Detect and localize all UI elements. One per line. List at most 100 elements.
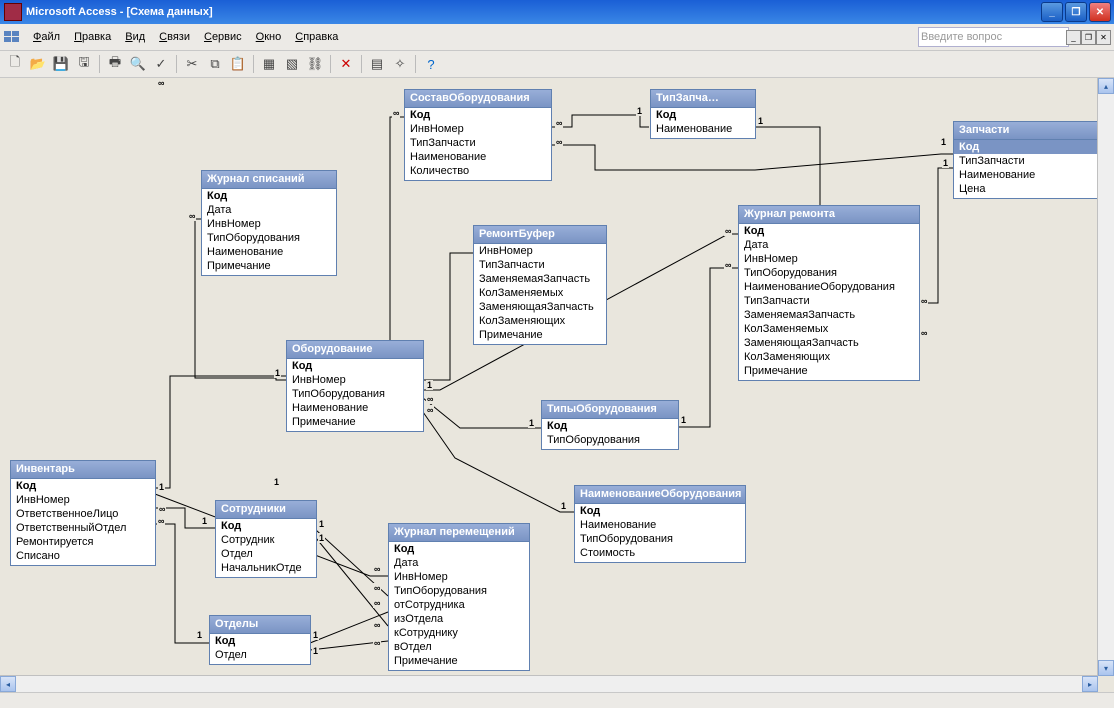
table-field[interactable]: Код [221, 519, 311, 533]
new-icon[interactable]: 🗋 [4, 53, 26, 75]
table-field[interactable]: ИнвНомер [744, 252, 914, 266]
table-field[interactable]: Код [580, 504, 740, 518]
copy-icon[interactable]: ⧉ [204, 53, 226, 75]
table-field[interactable]: НаименованиеОборудования [744, 280, 914, 294]
table-field[interactable]: ТипОборудования [580, 532, 740, 546]
table-field[interactable]: ТипОборудования [394, 584, 524, 598]
table-field[interactable]: КолЗаменяющих [744, 350, 914, 364]
preview-icon[interactable]: 🔍 [127, 53, 149, 75]
cut-icon[interactable]: ✂ [181, 53, 203, 75]
new-object-icon[interactable]: ✧ [389, 53, 411, 75]
table-remontbufer[interactable]: РемонтБуферИнвНомерТипЗапчастиЗаменяемая… [473, 225, 607, 345]
table-field[interactable]: КолЗаменяемых [479, 286, 601, 300]
table-field[interactable]: Код [744, 224, 914, 238]
table-field[interactable]: НачальникОтде [221, 561, 311, 575]
table-field[interactable]: Списано [16, 549, 150, 563]
table-field[interactable]: ТипОборудования [207, 231, 331, 245]
table-tipzapcha[interactable]: ТипЗапча…КодНаименование [650, 89, 756, 139]
minimize-button[interactable]: _ [1041, 2, 1063, 22]
table-all-icon[interactable]: ▧ [281, 53, 303, 75]
table-header[interactable]: ТипЗапча… [651, 90, 755, 108]
open-icon[interactable]: 📂 [27, 53, 49, 75]
table-sotrudniki[interactable]: СотрудникиКодСотрудникОтделНачальникОтде [215, 500, 317, 578]
mdi-close-button[interactable]: ✕ [1096, 30, 1111, 45]
table-field[interactable]: Код [394, 542, 524, 556]
table-header[interactable]: Журнал перемещений [389, 524, 529, 542]
table-field[interactable]: Код [16, 479, 150, 493]
table-field[interactable]: Код [954, 140, 1110, 154]
scroll-up-icon[interactable]: ▴ [1098, 78, 1114, 94]
table-inventar[interactable]: ИнвентарьКодИнвНомерОтветственноеЛицоОтв… [10, 460, 156, 566]
menu-item[interactable]: Справка [288, 31, 345, 43]
table-field[interactable]: ТипЗапчасти [410, 136, 546, 150]
table-header[interactable]: Отделы [210, 616, 310, 634]
close-button[interactable]: ✕ [1089, 2, 1111, 22]
table-field[interactable]: ОтветственноеЛицо [16, 507, 150, 521]
mdi-restore-button[interactable]: ❐ [1081, 30, 1096, 45]
print-icon[interactable]: 🖶 [104, 53, 126, 75]
table-header[interactable]: Журнал списаний [202, 171, 336, 189]
table-field[interactable]: ИнвНомер [16, 493, 150, 507]
table-naimoborud[interactable]: НаименованиеОборудованияКодНаименованиеТ… [574, 485, 746, 563]
table-field[interactable]: ИнвНомер [410, 122, 546, 136]
table-header[interactable]: РемонтБуфер [474, 226, 606, 244]
relationships-icon[interactable]: ⛓ [304, 53, 326, 75]
table-field[interactable]: изОтдела [394, 612, 524, 626]
scroll-down-icon[interactable]: ▾ [1098, 660, 1114, 676]
table-header[interactable]: Оборудование [287, 341, 423, 359]
table-field[interactable]: Код [656, 108, 750, 122]
table-field[interactable]: ТипЗапчасти [959, 154, 1105, 168]
table-zhurnalperemesh[interactable]: Журнал перемещенийКодДатаИнвНомерТипОбор… [388, 523, 530, 671]
table-zhurnalremonta[interactable]: Журнал ремонтаКодДатаИнвНомерТипОборудов… [738, 205, 920, 381]
table-field[interactable]: Код [215, 634, 305, 648]
table-field[interactable]: ЗаменяющаяЗапчасть [479, 300, 601, 314]
table-field[interactable]: Примечание [479, 328, 601, 342]
table-field[interactable]: Наименование [580, 518, 740, 532]
table-field[interactable]: Отдел [221, 547, 311, 561]
table-field[interactable]: Цена [959, 182, 1105, 196]
menu-item[interactable]: Вид [118, 31, 152, 43]
table-header[interactable]: Сотрудники [216, 501, 316, 519]
table-field[interactable]: КолЗаменяющих [479, 314, 601, 328]
table-field[interactable]: ИнвНомер [394, 570, 524, 584]
table-field[interactable]: Дата [207, 203, 331, 217]
table-field[interactable]: ИнвНомер [479, 244, 601, 258]
table-tipyoborud[interactable]: ТипыОборудованияКодТипОборудования [541, 400, 679, 450]
table-field[interactable]: Примечание [394, 654, 524, 668]
table-field[interactable]: ТипЗапчасти [744, 294, 914, 308]
menu-item[interactable]: Правка [67, 31, 118, 43]
save-icon[interactable]: 💾 [50, 53, 72, 75]
table-field[interactable]: Примечание [292, 415, 418, 429]
table-field[interactable]: Примечание [207, 259, 331, 273]
table-field[interactable]: Ремонтируется [16, 535, 150, 549]
table-field[interactable]: ЗаменяемаяЗапчасть [744, 308, 914, 322]
spell-icon[interactable]: ✓ [150, 53, 172, 75]
table-header[interactable]: Журнал ремонта [739, 206, 919, 224]
table-field[interactable]: Отдел [215, 648, 305, 662]
table-field[interactable]: отСотрудника [394, 598, 524, 612]
menu-item[interactable]: Связи [152, 31, 197, 43]
table-field[interactable]: ТипОборудования [547, 433, 673, 447]
table-field[interactable]: Наименование [656, 122, 750, 136]
table-field[interactable]: Стоимость [580, 546, 740, 560]
horizontal-scrollbar[interactable]: ◂ ▸ [0, 675, 1098, 692]
table-header[interactable]: ТипыОборудования [542, 401, 678, 419]
relationships-canvas[interactable]: ∞1∞11∞1∞∞1∞11∞∞11∞∞11∞∞1∞11∞1∞1∞1∞1∞ Сос… [0, 78, 1114, 692]
table-field[interactable]: Наименование [292, 401, 418, 415]
table-field[interactable]: вОтдел [394, 640, 524, 654]
save-as-icon[interactable]: 🖫 [73, 53, 95, 75]
table-field[interactable]: КолЗаменяемых [744, 322, 914, 336]
table-sostavoborud[interactable]: СоставОборудованияКодИнвНомерТипЗапчасти… [404, 89, 552, 181]
table-field[interactable]: Дата [744, 238, 914, 252]
table-field[interactable]: Сотрудник [221, 533, 311, 547]
scroll-left-icon[interactable]: ◂ [0, 676, 16, 692]
table-header[interactable]: Инвентарь [11, 461, 155, 479]
table-header[interactable]: Запчасти [954, 122, 1110, 140]
delete-icon[interactable]: ✕ [335, 53, 357, 75]
table-field[interactable]: Наименование [207, 245, 331, 259]
table-zapchasti[interactable]: ЗапчастиКодТипЗапчастиНаименованиеЦена [953, 121, 1111, 199]
table-field[interactable]: Наименование [959, 168, 1105, 182]
table-header[interactable]: НаименованиеОборудования [575, 486, 745, 504]
menu-item[interactable]: Файл [26, 31, 67, 43]
table-show-icon[interactable]: ▦ [258, 53, 280, 75]
